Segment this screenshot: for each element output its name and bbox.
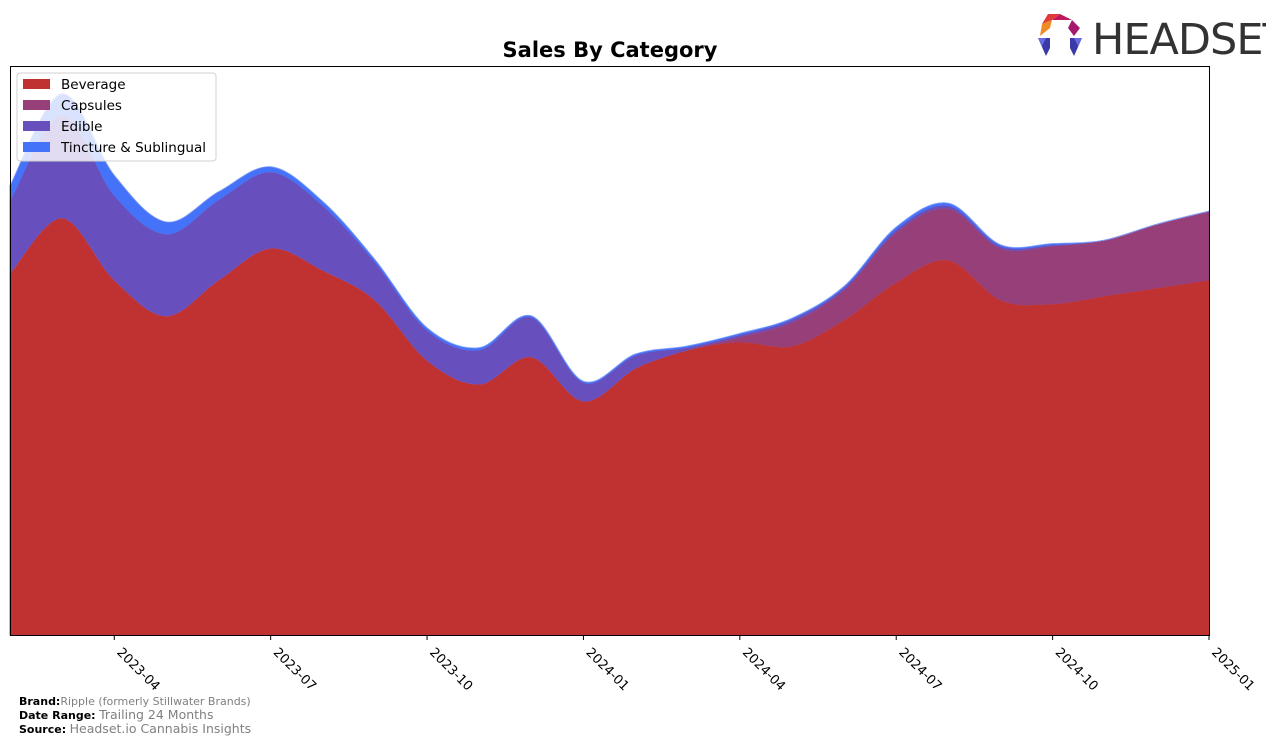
legend-label: Edible [61,119,102,135]
legend-label: Tincture & Sublingual [60,140,206,156]
x-tick-label: 2023-04 [113,645,162,694]
legend-label: Capsules [61,98,122,114]
x-tick-label: 2024-10 [1052,645,1101,694]
x-tick-label: 2023-07 [270,645,319,694]
footer-source-row: Source: Headset.io Cannabis Insights [19,722,251,736]
x-tick-label: 2025-01 [1208,645,1257,694]
x-tick-label: 2024-07 [895,645,944,694]
legend-swatch [23,100,50,110]
chart-title: Sales By Category [503,38,718,62]
date-range-value: Trailing 24 Months [99,707,214,722]
legend-swatch [23,79,50,89]
legend-label: Beverage [61,77,126,93]
x-tick-label: 2024-01 [583,645,632,694]
headset-hexagon-logo-icon [1038,14,1082,56]
stacked-areas [9,93,1210,636]
source-value: Headset.io Cannabis Insights [69,721,252,736]
x-axis: 2023-04 2023-07 2023-10 2024-01 2024-04 2024-… [113,635,1257,694]
legend: Beverage Capsules Edible Tincture & Subling… [16,72,217,162]
brand-label: Brand: [19,695,61,708]
headset-wordmark: HEADSET [1092,15,1266,62]
x-tick-label: 2023-10 [426,645,475,694]
legend-swatch [23,121,50,131]
source-label: Source: [19,723,67,736]
chart-footer: Brand:Ripple (formerly Stillwater Brands… [19,695,251,736]
headset-logo: HEADSET [1036,12,1276,65]
legend-swatch [23,142,50,152]
footer-date-range-row: Date Range: Trailing 24 Months [19,708,251,722]
sales-by-category-chart: Sales By Category 2023-04 2023-07 2023-10 2… [9,38,1257,694]
x-tick-label: 2024-04 [739,645,788,694]
